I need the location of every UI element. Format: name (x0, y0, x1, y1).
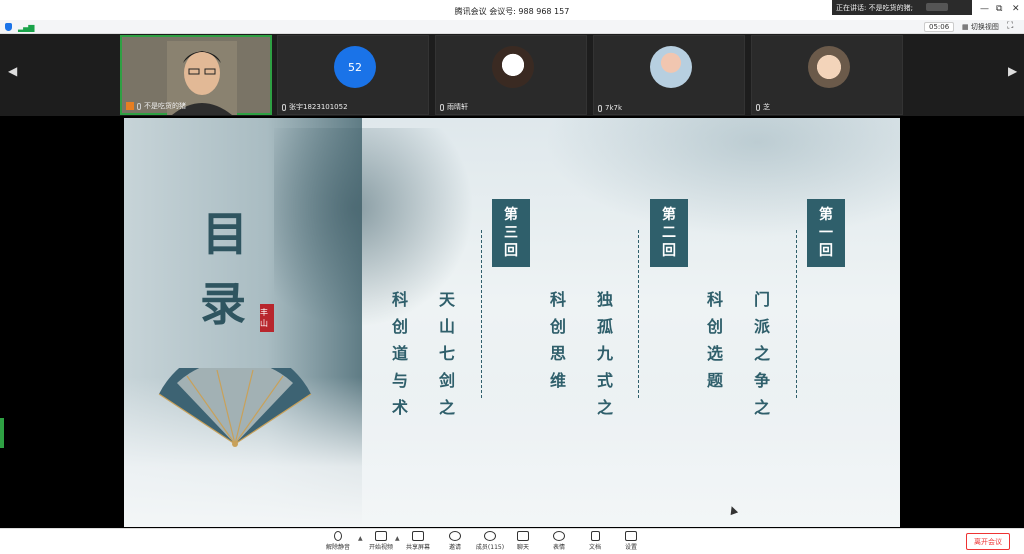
participant-tile[interactable]: 芝 (751, 35, 903, 115)
badge-char: 第 (819, 207, 833, 223)
red-seal-stamp: 丰山 (260, 304, 274, 332)
invite-button[interactable]: 邀请 (435, 531, 475, 553)
speaking-indicator: 正在讲话: 不是吃货的猪; (832, 0, 972, 15)
status-bar: ▂▄▆ 05:06 ▦ 切换视图 ⛶ (0, 20, 1024, 34)
participant-name-text: 7k7k (605, 104, 623, 112)
documents-label: 文档 (588, 544, 601, 551)
participant-name-text: 雨晴轩 (447, 103, 468, 111)
section-line: 科创选题 (706, 290, 723, 390)
section-line: 科创思维 (549, 290, 566, 390)
slide-title-char: 目 (202, 207, 248, 261)
documents-button[interactable]: 文档 (575, 531, 615, 553)
settings-label: 设置 (624, 544, 637, 551)
invite-label: 邀请 (448, 544, 461, 551)
host-icon (126, 102, 134, 110)
document-icon (590, 531, 600, 541)
speaking-text: 正在讲话: 不是吃货的猪; (836, 4, 913, 12)
restore-button[interactable]: ⧉ (996, 4, 1002, 14)
members-icon (484, 531, 496, 541)
minimize-button[interactable]: — (980, 4, 989, 14)
folding-fan-image (158, 368, 312, 447)
network-signal-icon[interactable]: ▂▄▆ (18, 23, 35, 32)
badge-char: 三 (504, 225, 518, 241)
mic-icon (137, 102, 141, 110)
chat-icon (517, 531, 529, 541)
badge-char: 二 (662, 225, 676, 241)
participant-name-text: 芝 (763, 103, 770, 111)
chat-button[interactable]: 聊天 (503, 531, 543, 553)
avatar: 52 (334, 46, 376, 88)
camera-off-icon (375, 531, 387, 541)
avatar (492, 46, 534, 88)
mic-muted-icon (334, 531, 342, 541)
prev-page-arrow-icon[interactable]: ◀ (8, 64, 17, 78)
security-shield-icon[interactable] (5, 23, 12, 31)
badge-char: 回 (819, 243, 833, 259)
audio-level-indicator (0, 418, 4, 448)
badge-char: 回 (504, 243, 518, 259)
reactions-label: 表情 (552, 544, 565, 551)
mic-muted-icon (282, 103, 286, 111)
settings-grid-icon (625, 531, 637, 541)
shared-screen-area: 目 录 丰山 第 一 回 门派之争之 科创选题 第 二 回 独孤九式之 科创思维… (0, 116, 1024, 528)
switch-view-button[interactable]: ▦ 切换视图 (962, 22, 999, 32)
divider (481, 230, 482, 398)
next-page-arrow-icon[interactable]: ▶ (1008, 64, 1017, 78)
start-video-label: 开始视频 (368, 544, 393, 551)
unmute-button[interactable]: 解除静音 (318, 531, 358, 553)
section-badge: 第 三 回 (492, 199, 530, 267)
section-line: 门派之争之 (753, 290, 770, 417)
section-line: 独孤九式之 (596, 290, 613, 417)
settings-button[interactable]: 设置 (611, 531, 651, 553)
mic-muted-icon (756, 103, 760, 111)
participant-name: 不是吃货的猪 (126, 101, 186, 111)
participant-strip: ◀ 不是吃货的猪 52 张宇1823101052 雨晴轩 7k7k 芝 ▶ (0, 34, 1024, 116)
divider (796, 230, 797, 398)
slide-title-char: 录 (200, 277, 246, 331)
reactions-button[interactable]: 表情 (539, 531, 579, 553)
badge-char: 回 (662, 243, 676, 259)
divider (638, 230, 639, 398)
participant-tile[interactable]: 52 张宇1823101052 (277, 35, 429, 115)
shared-slide: 目 录 丰山 第 一 回 门派之争之 科创选题 第 二 回 独孤九式之 科创思维… (124, 118, 900, 527)
title-bar: 腾讯会议 会议号: 988 968 157 正在讲话: 不是吃货的猪; — ⧉ … (0, 0, 1024, 20)
meeting-timer: 05:06 (924, 22, 955, 32)
participant-name: 7k7k (598, 104, 622, 112)
add-user-icon (449, 531, 461, 541)
participant-name-text: 张宇1823101052 (289, 103, 348, 111)
fullscreen-icon[interactable]: ⛶ (1007, 21, 1013, 31)
share-screen-icon (412, 531, 424, 541)
section-line: 天山七剑之 (438, 290, 455, 417)
participant-tile[interactable]: 7k7k (593, 35, 745, 115)
badge-char: 第 (662, 207, 676, 223)
section-badge: 第 二 回 (650, 199, 688, 267)
ink-brush-decoration (544, 118, 900, 238)
participant-tile[interactable]: 雨晴轩 (435, 35, 587, 115)
unmute-label: 解除静音 (325, 544, 350, 551)
speaking-waveform-icon (926, 3, 948, 11)
leave-meeting-button[interactable]: 离开会议 (966, 533, 1010, 550)
participant-name: 芝 (756, 102, 770, 112)
mic-muted-icon (598, 104, 602, 112)
badge-char: 一 (819, 225, 833, 241)
avatar (808, 46, 850, 88)
section-line: 科创道与术 (391, 290, 408, 417)
emoji-icon (553, 531, 565, 541)
participant-name: 张宇1823101052 (282, 102, 348, 112)
switch-view-label: 切换视图 (970, 23, 999, 31)
close-button[interactable]: ✕ (1012, 4, 1020, 14)
participant-name: 雨晴轩 (440, 102, 468, 112)
grid-icon: ▦ (962, 23, 969, 31)
mic-muted-icon (440, 103, 444, 111)
participant-tile[interactable]: 不是吃货的猪 (120, 35, 272, 115)
share-screen-button[interactable]: 共享屏幕 (398, 531, 438, 553)
avatar (650, 46, 692, 88)
participant-name-text: 不是吃货的猪 (144, 102, 186, 110)
badge-char: 第 (504, 207, 518, 223)
meeting-toolbar: 解除静音 ▲ 开始视频 ▲ 共享屏幕 邀请 成员(115) 聊天 表情 文档 设… (0, 528, 1024, 554)
chat-label: 聊天 (516, 544, 529, 551)
share-screen-label: 共享屏幕 (405, 544, 430, 551)
section-badge: 第 一 回 (807, 199, 845, 267)
